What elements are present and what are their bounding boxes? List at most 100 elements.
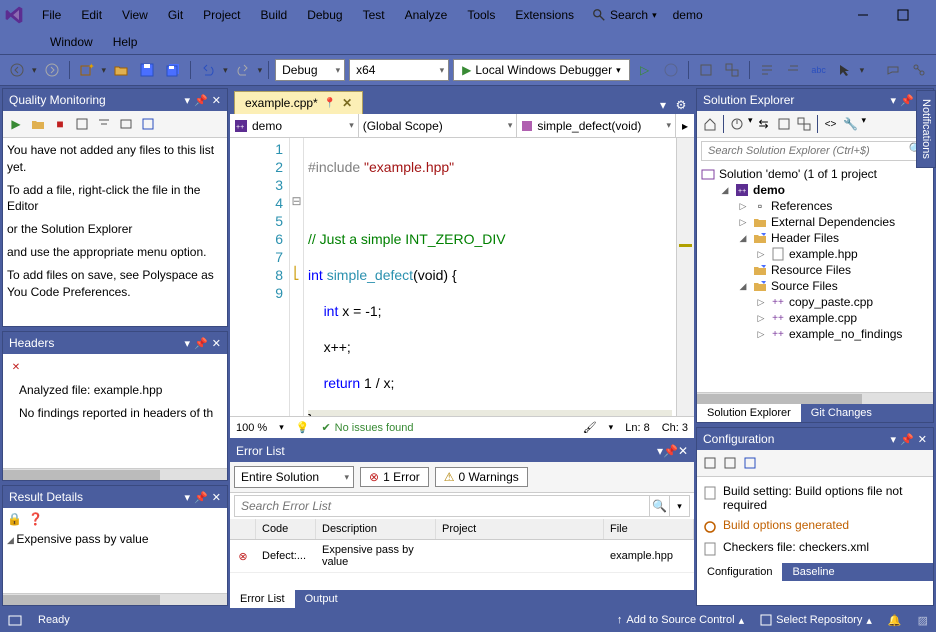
col-description[interactable]: Description [316,519,436,539]
new-project-button[interactable]: ✦ [76,59,98,81]
menu-build[interactable]: Build [251,4,298,26]
tree-source-files[interactable]: ◢Source Files [699,278,931,294]
browser-button[interactable] [660,59,682,81]
undo-button[interactable] [197,59,219,81]
tree-header-files[interactable]: ◢Header Files [699,230,931,246]
tab-baseline[interactable]: Baseline [782,563,844,581]
notifications-bell-icon[interactable]: 🔔 [888,614,902,627]
headers-panel-header[interactable]: Headers ▾📌✕ [3,332,227,354]
platform-dropdown[interactable]: x64 [349,59,449,81]
select-repository[interactable]: Select Repository ▴ [760,614,872,627]
panel-dropdown-icon[interactable]: ▾ [185,94,191,107]
tab-configuration[interactable]: Configuration [697,563,782,581]
quality-monitoring-header[interactable]: Quality Monitoring ▾ 📌 ✕ [3,89,227,111]
tabs-settings-icon[interactable]: ⚙ [672,96,690,114]
cfg-btn-1[interactable] [701,454,719,472]
minimize-button[interactable] [843,3,883,27]
issues-status[interactable]: ✔No issues found [321,421,413,434]
qm-folder-button[interactable] [29,115,47,133]
errors-toggle[interactable]: ⊗ 1 Error [360,467,429,487]
tab-error-list[interactable]: Error List [230,590,295,608]
solution-explorer-search[interactable]: 🔍 ▾ [701,141,929,161]
qm-stop-button[interactable]: ■ [51,115,69,133]
pin-icon[interactable]: 📌 [194,94,208,107]
notifications-tab[interactable]: Notifications [916,90,936,168]
add-to-source-control[interactable]: ↑ Add to Source Control ▴ [617,614,744,627]
lightbulb-icon[interactable]: 💡 [296,421,310,434]
error-search-input[interactable] [235,496,649,516]
live-share-button[interactable] [908,59,930,81]
error-list-search[interactable]: 🔍 ▾ [234,495,690,517]
menu-project[interactable]: Project [193,4,250,26]
save-all-button[interactable] [162,59,184,81]
error-list-header[interactable]: Error List ▾📌✕ [230,440,694,462]
tabs-dropdown-icon[interactable]: ▾ [654,96,672,114]
col-code[interactable]: Code [256,519,316,539]
pin-icon[interactable]: 📌 [194,337,208,350]
tab-solution-explorer[interactable]: Solution Explorer [697,404,801,422]
cfg-btn-3[interactable] [741,454,759,472]
tree-references[interactable]: ▷▫References [699,198,931,214]
result-details-hscroll[interactable] [3,593,227,605]
pin-icon[interactable]: 📌 [194,491,208,504]
nav-back-button[interactable] [6,59,28,81]
tree-project-demo[interactable]: ◢++demo [699,182,931,198]
menu-window[interactable]: Window [40,31,103,53]
headers-hscroll[interactable] [3,468,227,480]
config-dropdown[interactable]: Debug [275,59,345,81]
tree-solution[interactable]: Solution 'demo' (1 of 1 project [699,166,931,182]
menu-view[interactable]: View [112,4,158,26]
close-icon[interactable]: ✕ [212,337,221,350]
qm-run-button[interactable]: ▶ [7,115,25,133]
se-properties-button[interactable]: 🔧 [842,115,860,133]
save-button[interactable] [136,59,158,81]
redo-button[interactable] [232,59,254,81]
nav-function-dropdown[interactable]: simple_defect(void) [517,114,676,137]
qm-settings-button[interactable] [117,115,135,133]
tree-external-deps[interactable]: ▷External Dependencies [699,214,931,230]
tab-git-changes[interactable]: Git Changes [801,404,882,422]
pin-icon[interactable]: 📌 [900,433,914,446]
tab-pin-icon[interactable]: 📍 [324,98,336,109]
nav-forward-button[interactable] [41,59,63,81]
search-menu[interactable]: Search ▾ [584,6,665,24]
panel-dropdown-icon[interactable]: ▾ [185,337,191,350]
error-scope-dropdown[interactable]: Entire Solution [234,466,354,488]
tree-file-example-no-findings[interactable]: ▷++example_no_findings [699,326,931,342]
tree-file-example-hpp[interactable]: ▷example.hpp [699,246,931,262]
brush-icon[interactable]: 🖌 [583,421,597,434]
search-icon[interactable]: 🔍 [649,496,669,516]
qm-list-button[interactable] [73,115,91,133]
menu-analyze[interactable]: Analyze [395,4,458,26]
se-home-button[interactable] [701,115,719,133]
tree-file-example-cpp[interactable]: ▷++example.cpp [699,310,931,326]
headers-clear-button[interactable]: ✕ [7,358,25,376]
solution-explorer-header[interactable]: Solution Explorer ▾📌✕ [697,89,933,111]
pin-icon[interactable]: 📌 [663,444,678,458]
code-area[interactable]: #include "example.hpp" // Just a simple … [304,138,676,416]
fold-margin[interactable]: ⊟⎣ [290,138,304,416]
se-code-button[interactable]: <> [822,115,840,133]
se-collapse-button[interactable] [795,115,813,133]
warnings-toggle[interactable]: ⚠ 0 Warnings [435,467,528,487]
start-debugging-button[interactable]: ▶ Local Windows Debugger ▾ [453,59,630,81]
menu-extensions[interactable]: Extensions [505,4,584,26]
nav-expand-button[interactable]: ▸ [676,114,694,137]
menu-debug[interactable]: Debug [297,4,352,26]
menu-test[interactable]: Test [353,4,395,26]
editor-vscroll[interactable] [676,138,694,416]
toolbar-btn-abc[interactable]: abc [808,59,830,81]
menu-edit[interactable]: Edit [71,4,112,26]
editor-tab-example-cpp[interactable]: example.cpp* 📍 ✕ [234,91,363,114]
result-item[interactable]: ◢ Expensive pass by value [7,532,223,546]
close-icon[interactable]: ✕ [212,94,221,107]
se-hscroll[interactable] [697,392,933,404]
tab-output[interactable]: Output [295,590,348,608]
code-editor[interactable]: 123456789 ⊟⎣ #include "example.hpp" // J… [230,138,694,416]
menu-git[interactable]: Git [158,4,193,26]
start-without-debugging-button[interactable]: ▷ [634,59,656,81]
help-icon[interactable]: ❓ [28,512,43,526]
se-history-button[interactable] [728,115,746,133]
se-search-input[interactable] [702,142,909,160]
comment-button[interactable] [756,59,778,81]
